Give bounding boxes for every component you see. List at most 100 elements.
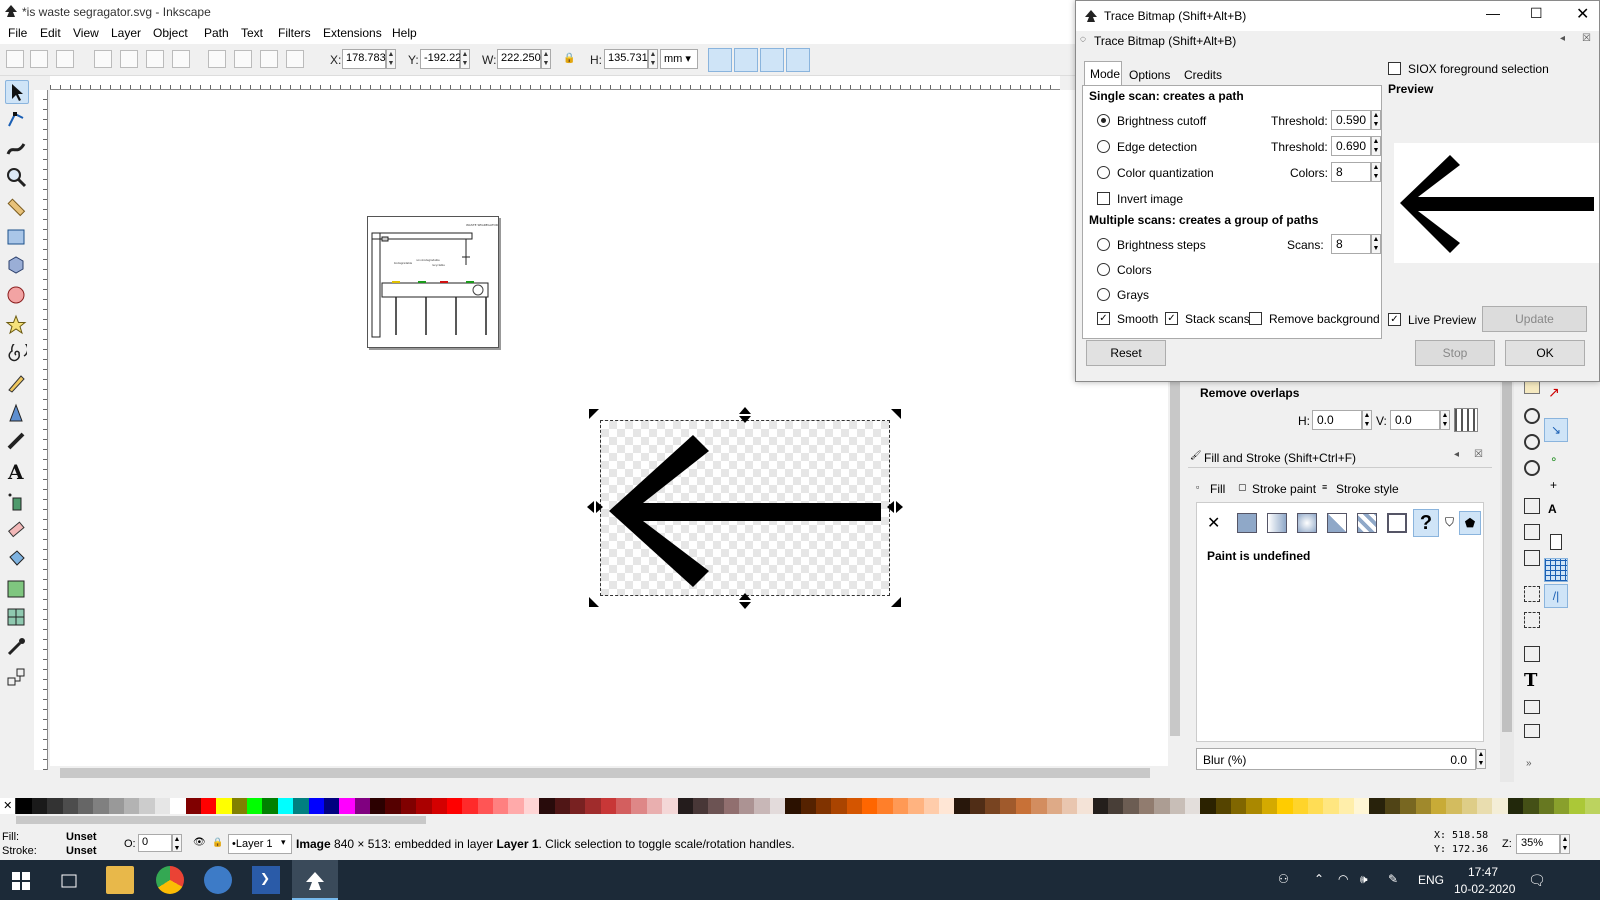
palette-swatch[interactable] [1123, 798, 1139, 814]
palette-swatch[interactable] [1569, 798, 1585, 814]
palette-swatch[interactable] [1138, 798, 1155, 814]
palette-swatch[interactable] [1354, 798, 1370, 814]
tab-stroke-style[interactable]: Stroke style [1336, 482, 1399, 496]
stop-button[interactable]: Stop [1415, 340, 1495, 366]
palette-swatch[interactable] [1277, 798, 1293, 814]
palette-swatch[interactable] [646, 798, 663, 814]
palette-swatch[interactable] [1446, 798, 1462, 814]
brightness-threshold-spinner[interactable]: ▲ ▼ [1371, 110, 1381, 130]
gradient-tool-icon[interactable] [5, 578, 29, 602]
live-preview-checkbox[interactable]: ✓ [1388, 313, 1401, 326]
palette-swatch[interactable] [692, 798, 709, 814]
palette-swatch[interactable] [723, 798, 739, 814]
w-spinner[interactable]: ▲ ▼ [541, 49, 551, 69]
fill-rule-nonzero-icon[interactable]: ⬟ [1459, 511, 1481, 535]
palette-swatch[interactable] [1000, 798, 1016, 814]
x-field[interactable]: 178.783 [342, 49, 386, 69]
palette-swatch[interactable] [862, 798, 878, 814]
palette-swatch[interactable] [416, 798, 432, 814]
network-icon[interactable]: ◠ [1338, 872, 1348, 886]
snap-enable-icon[interactable]: ↗ [1548, 384, 1568, 404]
canvas-horizontal-scrollbar[interactable] [50, 766, 1180, 780]
palette-swatch[interactable] [170, 798, 186, 814]
unit-select[interactable]: mm ▾ [660, 49, 698, 69]
dock-scrollbar[interactable] [1500, 382, 1514, 782]
palette-scrollbar[interactable] [0, 814, 1600, 826]
fill-stroke-dialog-icon[interactable] [1524, 646, 1540, 662]
invert-image-checkbox[interactable] [1097, 192, 1110, 205]
ellipse-tool-icon[interactable] [5, 284, 29, 308]
palette-swatch[interactable] [16, 798, 32, 814]
dropper-tool-icon[interactable] [5, 636, 29, 660]
colors-radio[interactable] [1097, 263, 1110, 276]
scale-gradients-icon[interactable] [760, 48, 784, 72]
dock-scroll-thumb[interactable] [1502, 382, 1512, 732]
layer-visibility-icon[interactable]: 👁 [193, 837, 206, 848]
lower-to-bottom-icon[interactable] [208, 50, 226, 68]
raise-icon[interactable] [260, 50, 278, 68]
layer-select[interactable]: •Layer 1 ▾ [228, 834, 292, 854]
select-all-layers-icon[interactable] [30, 50, 48, 68]
selection-handles[interactable] [585, 405, 905, 611]
palette-swatch[interactable] [1200, 798, 1216, 814]
zoom-field[interactable]: 35% [1516, 834, 1560, 854]
palette-swatch[interactable] [1092, 798, 1108, 814]
edge-threshold-field[interactable]: 0.690 [1331, 136, 1371, 156]
palette-swatch[interactable] [923, 798, 939, 814]
palette-swatch[interactable] [446, 798, 463, 814]
palette-swatch[interactable] [400, 798, 417, 814]
palette-swatch[interactable] [908, 798, 924, 814]
menu-edit[interactable]: Edit [40, 26, 61, 40]
pattern-icon[interactable] [1357, 513, 1377, 533]
palette-swatch[interactable] [323, 798, 340, 814]
zoom-spinner[interactable]: ▲ ▼ [1560, 834, 1570, 854]
palette-swatch[interactable] [523, 798, 540, 814]
palette-swatch[interactable] [47, 798, 63, 814]
pen-icon[interactable]: ✎ [1388, 872, 1398, 886]
palette-swatch[interactable] [815, 798, 832, 814]
overlap-v-field[interactable]: 0.0 [1390, 410, 1440, 430]
app-icon[interactable] [204, 866, 232, 894]
h-spinner[interactable]: ▲ ▼ [648, 49, 658, 69]
flat-color-icon[interactable] [1237, 513, 1257, 533]
h-field[interactable]: 135.731 [604, 49, 648, 69]
siox-checkbox[interactable] [1388, 62, 1401, 75]
stroke-indicator-value[interactable]: Unset [66, 845, 97, 857]
panel-close-icon[interactable]: ☒ [1474, 449, 1483, 460]
tab-mode[interactable]: Mode [1084, 61, 1122, 85]
dialog-panel-close-icon[interactable]: ☒ [1582, 33, 1591, 44]
scans-spinner[interactable]: ▲ ▼ [1371, 234, 1381, 254]
menu-text[interactable]: Text [241, 26, 263, 40]
remove-overlaps-button[interactable] [1454, 408, 1478, 432]
brightness-cutoff-radio[interactable] [1097, 114, 1110, 127]
palette-swatch[interactable] [985, 798, 1001, 814]
zoom-page-icon[interactable] [1524, 460, 1540, 476]
palette-scroll-thumb[interactable] [16, 816, 426, 824]
edge-threshold-spinner[interactable]: ▲ ▼ [1371, 136, 1381, 156]
select-all-icon[interactable] [6, 50, 24, 68]
palette-swatch[interactable] [1231, 798, 1247, 814]
star-tool-icon[interactable] [5, 314, 29, 338]
palette-swatch[interactable] [846, 798, 862, 814]
powershell-icon[interactable]: ❯ [252, 866, 280, 894]
palette-swatch[interactable] [185, 798, 201, 814]
connector-tool-icon[interactable] [5, 666, 29, 690]
deselect-icon[interactable] [56, 50, 74, 68]
palette-swatch[interactable] [708, 798, 724, 814]
palette-swatch[interactable] [600, 798, 616, 814]
y-spinner[interactable]: ▲ ▼ [460, 49, 470, 69]
overlap-h-spinner[interactable]: ▲ ▼ [1362, 410, 1372, 430]
palette-swatch[interactable] [677, 798, 693, 814]
overlap-v-spinner[interactable]: ▲ ▼ [1440, 410, 1450, 430]
palette-swatch[interactable] [493, 798, 509, 814]
spray-tool-icon[interactable] [5, 490, 29, 514]
raise-to-top-icon[interactable] [286, 50, 304, 68]
text-tool-icon[interactable]: A [5, 460, 29, 484]
duplicate-icon[interactable] [1524, 498, 1540, 514]
tab-fill[interactable]: Fill [1210, 482, 1225, 496]
palette-swatch[interactable] [108, 798, 124, 814]
panel-iconify-icon[interactable]: ◂ [1454, 449, 1459, 460]
palette-swatch[interactable] [739, 798, 755, 814]
palette-swatch[interactable] [1584, 798, 1600, 814]
palette-swatch[interactable] [785, 798, 801, 814]
